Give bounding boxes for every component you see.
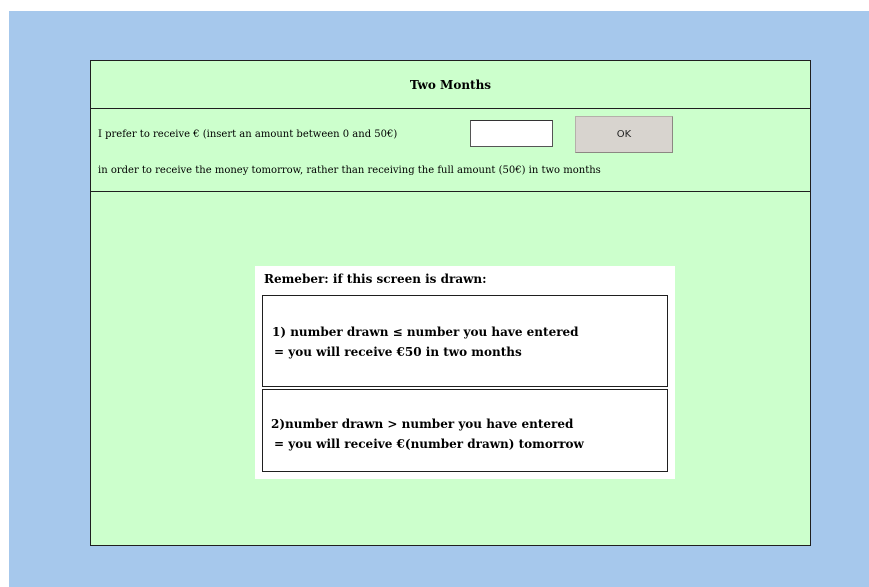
main-panel: Two Months I prefer to receive € (insert…: [90, 60, 811, 546]
case-2-outcome: = you will receive €(number drawn) tomor…: [274, 437, 584, 451]
case-1-condition: 1) number drawn ≤ number you have entere…: [272, 325, 579, 339]
question-prompt: I prefer to receive € (insert an amount …: [98, 129, 398, 140]
screen-background: Two Months I prefer to receive € (insert…: [9, 11, 869, 587]
header-strip: Two Months: [91, 61, 810, 109]
case-1-outcome: = you will receive €50 in two months: [274, 345, 522, 359]
reminder-case-2: 2)number drawn > number you have entered…: [262, 389, 668, 472]
reminder-case-1: 1) number drawn ≤ number you have entere…: [262, 295, 668, 387]
reminder-title: Remeber: if this screen is drawn:: [264, 272, 487, 286]
amount-input[interactable]: [470, 120, 553, 147]
ok-button[interactable]: OK: [575, 116, 673, 153]
page-title: Two Months: [409, 78, 492, 92]
question-strip: I prefer to receive € (insert an amount …: [91, 109, 810, 192]
reminder-box: Remeber: if this screen is drawn: 1) num…: [255, 266, 675, 479]
case-2-condition: 2)number drawn > number you have entered: [271, 417, 574, 431]
question-explanation: in order to receive the money tomorrow, …: [98, 165, 601, 176]
